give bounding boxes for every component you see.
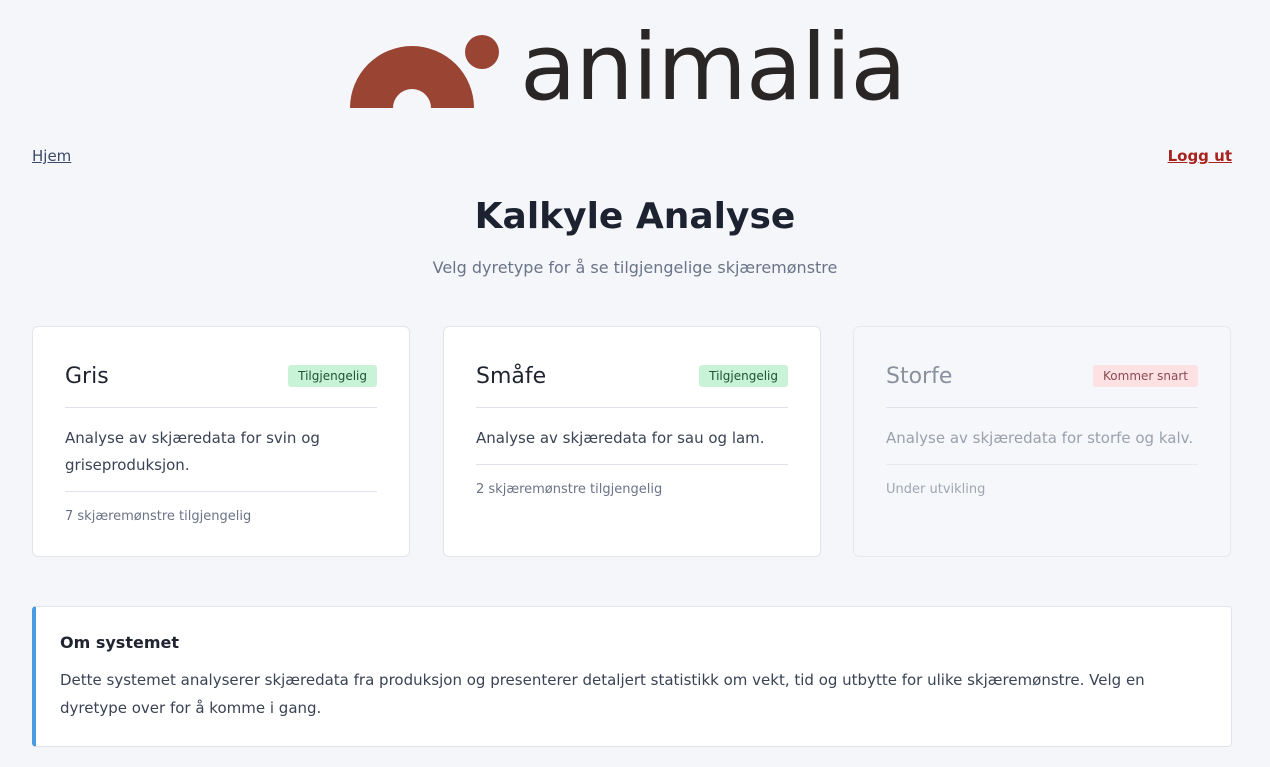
card-title: Storfe (886, 363, 953, 389)
card-description: Analyse av skjæredata for svin og grisep… (65, 408, 377, 492)
logout-link[interactable]: Logg ut (1168, 147, 1232, 165)
home-link[interactable]: Hjem (32, 147, 71, 165)
status-badge: Tilgjengelig (699, 365, 788, 387)
animalia-logo-mark (350, 35, 499, 108)
card-header: Småfe Tilgjengelig (476, 327, 788, 408)
about-system-panel: Om systemet Dette systemet analyserer sk… (32, 606, 1232, 747)
card-title: Småfe (476, 363, 547, 389)
about-system-text: Dette systemet analyserer skjæredata fra… (60, 671, 1145, 717)
card-title: Gris (65, 363, 109, 389)
status-badge: Tilgjengelig (288, 365, 377, 387)
card-smafe[interactable]: Småfe Tilgjengelig Analyse av skjæredata… (443, 326, 821, 557)
card-description: Analyse av skjæredata for sau og lam. (476, 408, 788, 465)
page-subtitle: Velg dyretype for å se tilgjengelige skj… (432, 258, 838, 277)
animalia-logo: animalia (348, 22, 918, 114)
card-pattern-count: Under utvikling (886, 482, 986, 497)
card-storfe: Storfe Kommer snart Analyse av skjæredat… (853, 326, 1231, 557)
card-header: Storfe Kommer snart (886, 327, 1198, 408)
card-gris[interactable]: Gris Tilgjengelig Analyse av skjæredata … (32, 326, 410, 557)
card-header: Gris Tilgjengelig (65, 327, 377, 408)
animalia-wordmark: animalia (520, 14, 907, 121)
card-description: Analyse av skjæredata for storfe og kalv… (886, 408, 1198, 465)
card-pattern-count: 7 skjæremønstre tilgjengelig (65, 509, 252, 524)
status-badge: Kommer snart (1093, 365, 1198, 387)
page-title: Kalkyle Analyse (474, 196, 796, 237)
card-pattern-count: 2 skjæremønstre tilgjengelig (476, 482, 663, 497)
about-system-title: Om systemet (60, 633, 179, 652)
